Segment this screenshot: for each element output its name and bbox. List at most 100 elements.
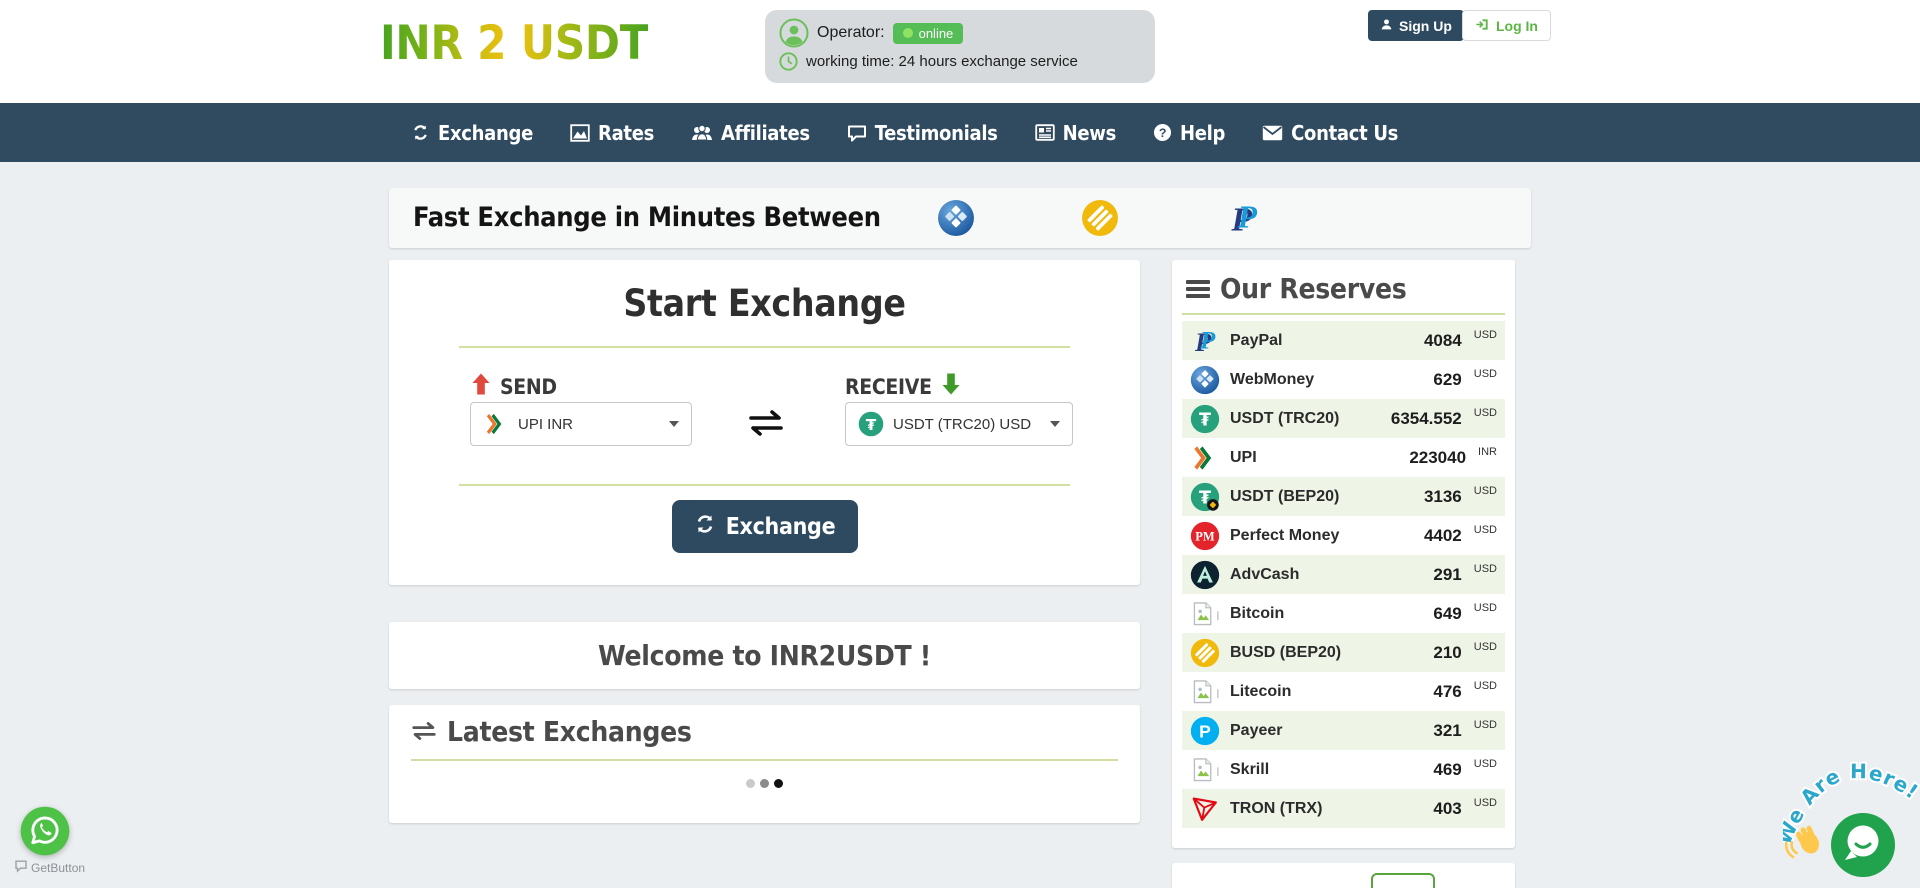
- sign-up-button[interactable]: Sign Up: [1368, 10, 1464, 41]
- refresh-icon: [694, 513, 716, 541]
- reserve-currency: USD: [1473, 484, 1497, 497]
- svg-text:P: P: [1199, 721, 1211, 741]
- question-icon: ?: [1153, 123, 1172, 142]
- carousel-dot-1[interactable]: [746, 779, 755, 788]
- reserve-row: UPI 223040 INR: [1182, 438, 1505, 477]
- reserve-name: AdvCash: [1230, 565, 1300, 583]
- exchange-submit-button[interactable]: Exchange: [671, 500, 858, 553]
- reserve-amount: 403: [1433, 798, 1462, 818]
- reserve-currency: USD: [1473, 328, 1497, 341]
- page: INR 2 USDT Operator: online working time…: [0, 0, 1920, 888]
- nav-item-testimonials[interactable]: Testimonials: [847, 121, 998, 145]
- reserve-name: USDT (BEP20): [1230, 487, 1340, 505]
- carousel-dot-2[interactable]: [760, 779, 769, 788]
- chat-bubble-icon: [14, 859, 28, 876]
- divider: [411, 759, 1118, 761]
- reserve-amount: 4084: [1423, 330, 1462, 350]
- fast-exchange-banner: Fast Exchange in Minutes Between PP: [389, 188, 1531, 248]
- exchange-button-label: Exchange: [725, 513, 836, 540]
- site-logo[interactable]: INR 2 USDT: [380, 16, 649, 71]
- reserve-row: Skrill 469 USD: [1182, 750, 1505, 789]
- reserve-currency: USD: [1473, 367, 1497, 380]
- reserve-row: AdvCash 291 USD: [1182, 555, 1505, 594]
- nav-item-contact[interactable]: Contact Us: [1262, 121, 1398, 145]
- newspaper-icon: [1034, 124, 1055, 141]
- main-navbar: Exchange Rates Affiliates Testimonials N…: [0, 103, 1920, 162]
- operator-avatar-icon: [779, 18, 809, 48]
- broken-image-icon: [1190, 677, 1220, 707]
- sign-up-label: Sign Up: [1399, 17, 1452, 34]
- send-currency-select[interactable]: UPI INR: [470, 402, 692, 446]
- reserve-name: Skrill: [1230, 760, 1270, 778]
- getbutton-branding[interactable]: GetButton: [14, 859, 85, 876]
- enter-icon: [1475, 17, 1490, 35]
- nav-item-affiliates[interactable]: Affiliates: [691, 121, 810, 145]
- paypal-icon: PP: [1225, 199, 1263, 238]
- reserve-currency: USD: [1473, 757, 1497, 770]
- svg-text:?: ?: [1159, 126, 1166, 140]
- welcome-card: Welcome to INR2USDT !: [389, 622, 1140, 689]
- carousel-dots: [389, 779, 1140, 788]
- reserve-currency: USD: [1473, 406, 1497, 419]
- usdt-bep20-icon: ₮: [1190, 482, 1220, 512]
- nav-label: Affiliates: [721, 120, 810, 145]
- whatsapp-button[interactable]: [18, 804, 72, 858]
- reserve-currency: USD: [1473, 562, 1497, 575]
- upi-icon: [1190, 443, 1220, 473]
- exchange-icon: [411, 123, 430, 142]
- reserve-currency: USD: [1473, 718, 1497, 731]
- perfect-money-icon: PM: [1190, 521, 1220, 551]
- broken-image-icon: [1190, 599, 1220, 629]
- reserve-amount: 321: [1433, 720, 1462, 740]
- reserve-row: BUSD (BEP20) 210 USD: [1182, 633, 1505, 672]
- reserve-name: PayPal: [1230, 331, 1283, 349]
- arrow-up-icon: [470, 372, 492, 401]
- svg-text:P: P: [1237, 200, 1258, 235]
- nav-item-news[interactable]: News: [1034, 121, 1116, 145]
- envelope-icon: [1262, 125, 1283, 141]
- reserve-name: Payeer: [1230, 721, 1283, 739]
- nav-item-help[interactable]: ? Help: [1153, 121, 1225, 145]
- reserve-amount: 6354.552: [1390, 408, 1462, 428]
- usdt-icon: ₮: [858, 411, 884, 437]
- reserve-currency: INR: [1478, 445, 1497, 458]
- nav-item-rates[interactable]: Rates: [570, 121, 654, 145]
- reserve-row: WebMoney 629 USD: [1182, 360, 1505, 399]
- partial-green-button[interactable]: [1371, 873, 1435, 888]
- reserve-amount: 291: [1433, 564, 1462, 584]
- comment-icon: [847, 124, 867, 142]
- reserve-amount: 476: [1433, 681, 1462, 701]
- reserve-amount: 649: [1433, 603, 1462, 623]
- send-selected-value: UPI INR: [518, 415, 574, 433]
- reserve-row: Bitcoin 649 USD: [1182, 594, 1505, 633]
- reserve-amount: 4402: [1423, 525, 1462, 545]
- reserves-sidebar: Our Reserves PP PayPal 4084 USD WebMoney…: [1172, 260, 1515, 848]
- receive-currency-select[interactable]: ₮ USDT (TRC20) USD: [845, 402, 1073, 446]
- reserve-name: Bitcoin: [1230, 604, 1285, 622]
- reserve-currency: USD: [1473, 523, 1497, 536]
- swap-directions-icon[interactable]: [747, 410, 785, 441]
- chat-bubble-icon: [1831, 813, 1895, 877]
- carousel-dot-3[interactable]: [774, 779, 783, 788]
- operator-label: Operator:: [817, 24, 885, 41]
- users-icon: [691, 124, 713, 142]
- chat-widget-button[interactable]: We Are Here!: [1769, 750, 1920, 888]
- log-in-button[interactable]: Log In: [1462, 10, 1551, 41]
- usdt-icon: ₮: [1190, 404, 1220, 434]
- reserve-name: Perfect Money: [1230, 526, 1340, 544]
- nav-item-exchange[interactable]: Exchange: [411, 121, 533, 145]
- nav-label: Testimonials: [874, 120, 998, 145]
- online-dot-icon: [902, 28, 913, 38]
- reserve-name: WebMoney: [1230, 370, 1315, 388]
- reserve-currency: USD: [1473, 640, 1497, 653]
- reserve-name: Litecoin: [1230, 682, 1292, 700]
- reserve-currency: USD: [1473, 796, 1497, 809]
- log-in-label: Log In: [1496, 17, 1538, 34]
- latest-exchanges-title: Latest Exchanges: [411, 715, 692, 748]
- person-icon: [1380, 18, 1393, 34]
- online-status-badge: online: [892, 22, 964, 44]
- reserve-name: BUSD (BEP20): [1230, 643, 1342, 661]
- payeer-icon: P: [1190, 716, 1220, 746]
- receive-selected-value: USDT (TRC20) USD: [893, 415, 1032, 433]
- start-exchange-title: Start Exchange: [623, 282, 906, 325]
